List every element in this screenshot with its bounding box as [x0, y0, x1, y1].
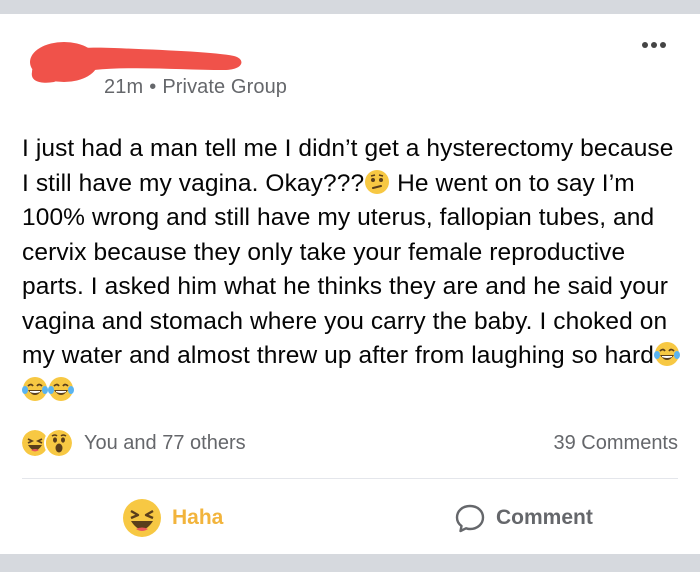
post-text-part-2: He went on to say I’m 100% wrong and sti… — [22, 169, 668, 370]
tears-of-joy-icon — [22, 376, 48, 402]
comments-count[interactable]: 39 Comments — [554, 432, 679, 455]
post-card: 21m • Private Group I just had a man tell … — [0, 14, 700, 554]
comment-label: Comment — [496, 506, 593, 529]
tears-of-joy-icon — [48, 376, 74, 402]
comment-button[interactable]: Comment — [454, 498, 593, 538]
post-audience[interactable]: Private Group — [162, 76, 287, 98]
wow-reaction-icon — [44, 428, 74, 458]
haha-icon — [123, 499, 161, 537]
reactions-count[interactable]: You and 77 others — [84, 432, 246, 455]
comment-icon — [455, 504, 485, 533]
post-meta: 21m • Private Group — [104, 76, 287, 99]
post-timestamp[interactable]: 21m — [104, 76, 143, 98]
meta-separator: • — [149, 76, 157, 98]
post-text: I just had a man tell me I didn’t get a … — [22, 132, 682, 408]
tears-of-joy-icon — [654, 341, 681, 367]
haha-label: Haha — [172, 506, 224, 529]
haha-button[interactable]: Haha — [122, 498, 223, 538]
more-options-icon[interactable] — [642, 40, 672, 50]
reactions-summary[interactable]: You and 77 others — [20, 428, 246, 458]
divider — [22, 478, 678, 479]
thinking-face-icon — [364, 169, 390, 195]
